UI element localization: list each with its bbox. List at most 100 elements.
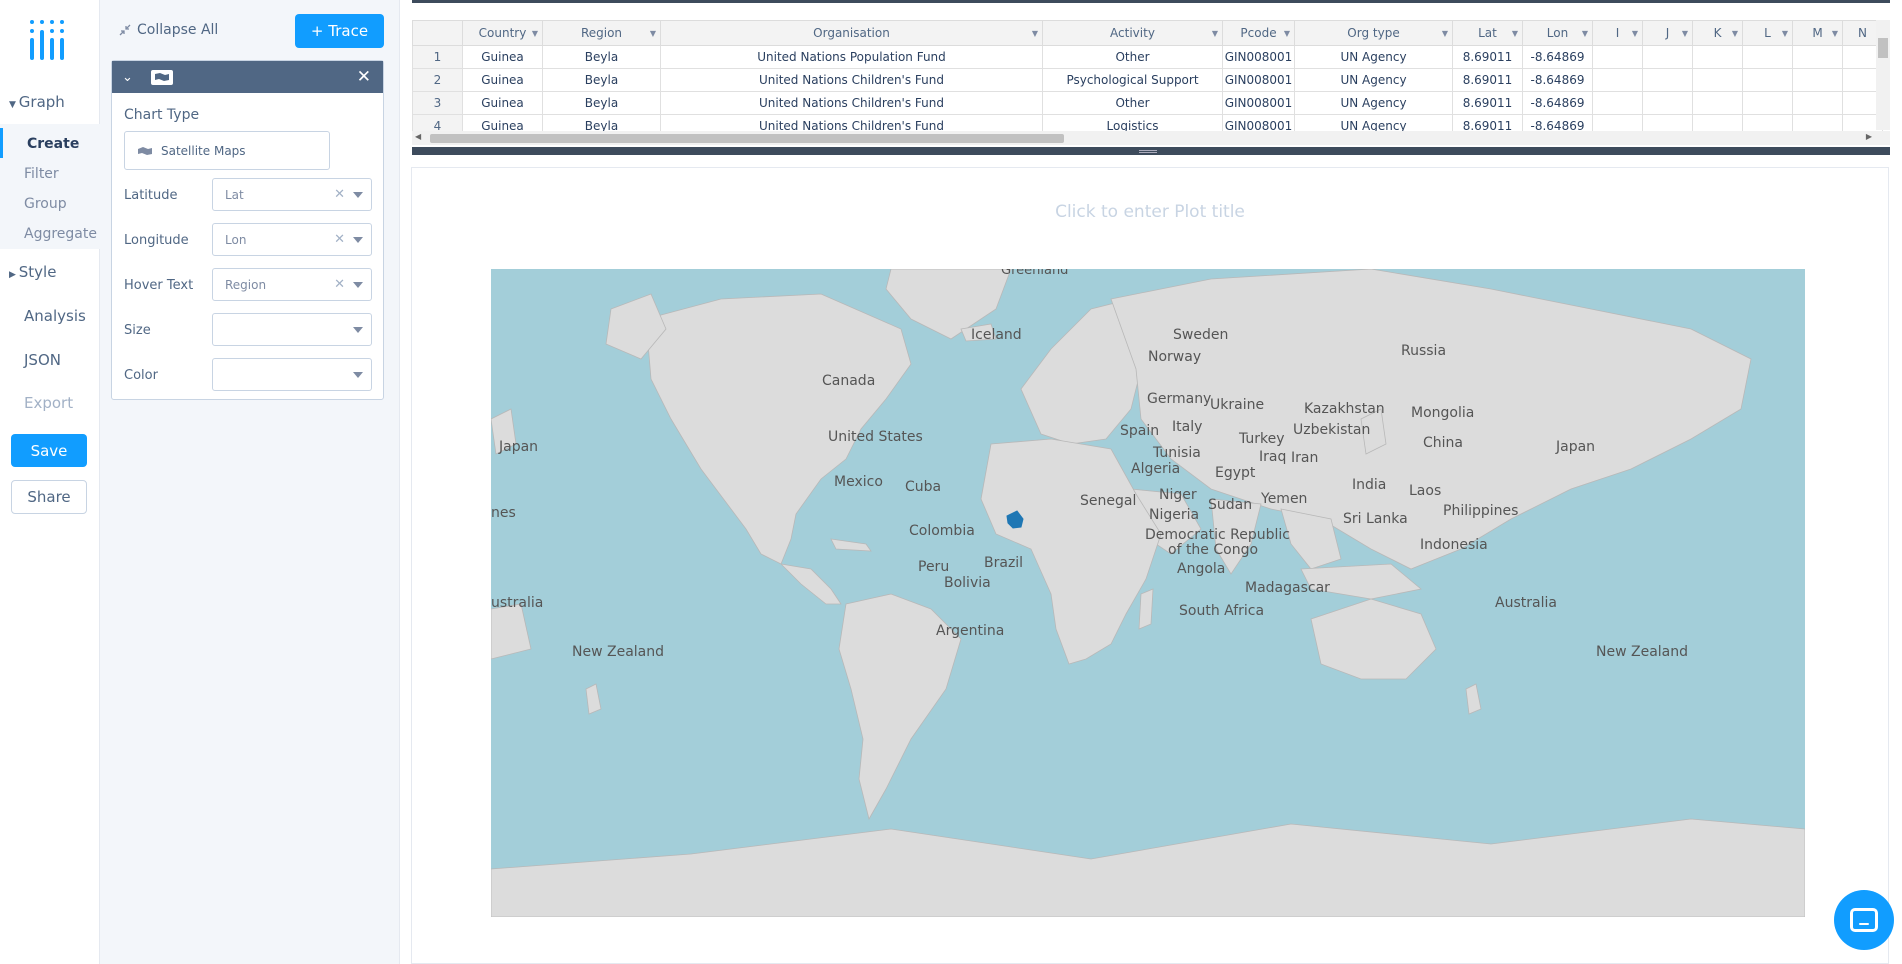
- scroll-left-icon[interactable]: ◀: [415, 132, 421, 141]
- latitude-select[interactable]: Lat ✕: [212, 178, 372, 211]
- table-cell-empty[interactable]: [1692, 45, 1743, 69]
- dropdown-arrow-icon: [353, 327, 363, 333]
- table-cell[interactable]: GIN008001: [1222, 68, 1295, 92]
- nav-style[interactable]: ▶ Style: [0, 263, 56, 281]
- nav-create[interactable]: Create: [27, 136, 79, 152]
- chevron-down-icon[interactable]: ⌄: [122, 70, 133, 85]
- map-label: ustralia: [491, 595, 544, 611]
- horizontal-scrollbar[interactable]: ◀ ▶: [412, 131, 1890, 145]
- table-cell-empty[interactable]: [1592, 68, 1643, 92]
- table-cell[interactable]: GIN008001: [1222, 45, 1295, 69]
- close-icon[interactable]: ✕: [357, 67, 371, 87]
- longitude-select[interactable]: Lon ✕: [212, 223, 372, 256]
- trace-header[interactable]: ⌄ ✕: [112, 61, 383, 93]
- table-cell[interactable]: UN Agency: [1294, 91, 1453, 115]
- table-cell[interactable]: United Nations Children's Fund: [660, 68, 1043, 92]
- plot-title[interactable]: Click to enter Plot title: [412, 202, 1888, 222]
- add-trace-button[interactable]: + Trace: [295, 14, 384, 48]
- table-cell[interactable]: -8.64869: [1522, 45, 1593, 69]
- column-header[interactable]: Lat ▼: [1452, 20, 1523, 46]
- table-cell[interactable]: 8.69011: [1452, 45, 1523, 69]
- share-button[interactable]: Share: [11, 480, 87, 514]
- table-cell[interactable]: Other: [1042, 45, 1223, 69]
- column-header[interactable]: M ▼: [1792, 20, 1843, 46]
- table-cell[interactable]: United Nations Children's Fund: [660, 91, 1043, 115]
- clear-icon[interactable]: ✕: [334, 277, 345, 292]
- table-cell[interactable]: 8.69011: [1452, 68, 1523, 92]
- table-row[interactable]: 1 Guinea Beyla United Nations Population Fu…: [412, 45, 1883, 69]
- table-cell[interactable]: Psychological Support: [1042, 68, 1223, 92]
- column-header[interactable]: Organisation ▼: [660, 20, 1043, 46]
- nav-json[interactable]: JSON: [24, 351, 61, 369]
- map-label: Laos: [1409, 483, 1442, 499]
- nav-analysis[interactable]: Analysis: [24, 307, 86, 325]
- satellite-map[interactable]: Greenland Iceland Sweden Norway Russia C…: [491, 269, 1805, 917]
- pane-splitter[interactable]: [412, 147, 1890, 155]
- hover-text-select[interactable]: Region ✕: [212, 268, 372, 301]
- table-cell[interactable]: United Nations Population Fund: [660, 45, 1043, 69]
- collapse-all-button[interactable]: Collapse All: [119, 22, 218, 38]
- nav-filter[interactable]: Filter: [24, 166, 59, 182]
- chat-widget-button[interactable]: [1834, 890, 1894, 950]
- table-row[interactable]: 2 Guinea Beyla United Nations Children's Fu…: [412, 68, 1883, 92]
- table-cell[interactable]: UN Agency: [1294, 45, 1453, 69]
- vertical-scrollbar[interactable]: [1876, 20, 1890, 130]
- size-select[interactable]: [212, 313, 372, 346]
- table-cell-empty[interactable]: [1742, 45, 1793, 69]
- table-cell[interactable]: Guinea: [462, 68, 543, 92]
- clear-icon[interactable]: ✕: [334, 187, 345, 202]
- table-cell-empty[interactable]: [1792, 91, 1843, 115]
- table-cell-empty[interactable]: [1792, 45, 1843, 69]
- table-cell-empty[interactable]: [1642, 68, 1693, 92]
- table-cell[interactable]: -8.64869: [1522, 91, 1593, 115]
- column-header[interactable]: K ▼: [1692, 20, 1743, 46]
- column-header[interactable]: Org type ▼: [1294, 20, 1453, 46]
- table-cell-empty[interactable]: [1742, 91, 1793, 115]
- column-header[interactable]: L ▼: [1742, 20, 1793, 46]
- table-cell[interactable]: Beyla: [542, 68, 661, 92]
- column-header[interactable]: Region ▼: [542, 20, 661, 46]
- clear-icon[interactable]: ✕: [334, 232, 345, 247]
- table-cell-empty[interactable]: [1642, 45, 1693, 69]
- table-cell[interactable]: -8.64869: [1522, 68, 1593, 92]
- column-header[interactable]: Country ▼: [462, 20, 543, 46]
- column-header[interactable]: J ▼: [1642, 20, 1693, 46]
- table-cell[interactable]: Guinea: [462, 45, 543, 69]
- scroll-right-icon[interactable]: ▶: [1866, 132, 1872, 141]
- table-cell[interactable]: Beyla: [542, 45, 661, 69]
- chart-type-label: Chart Type: [124, 107, 200, 123]
- column-header[interactable]: Activity ▼: [1042, 20, 1223, 46]
- collapse-arrows-icon: [119, 24, 131, 36]
- column-header[interactable]: I ▼: [1592, 20, 1643, 46]
- chart-type-select[interactable]: Satellite Maps: [124, 131, 330, 170]
- map-trace-icon: [150, 69, 173, 85]
- table-cell[interactable]: GIN008001: [1222, 91, 1295, 115]
- table-cell-empty[interactable]: [1592, 91, 1643, 115]
- table-cell-empty[interactable]: [1692, 68, 1743, 92]
- table-cell[interactable]: Guinea: [462, 91, 543, 115]
- table-cell[interactable]: Other: [1042, 91, 1223, 115]
- color-select[interactable]: [212, 358, 372, 391]
- table-cell-empty[interactable]: [1642, 91, 1693, 115]
- sort-arrow-icon: ▼: [1831, 29, 1838, 38]
- column-header[interactable]: Lon ▼: [1522, 20, 1593, 46]
- table-cell[interactable]: UN Agency: [1294, 68, 1453, 92]
- nav-export[interactable]: Export: [24, 394, 73, 412]
- table-cell[interactable]: 8.69011: [1452, 91, 1523, 115]
- column-header[interactable]: Pcode ▼: [1222, 20, 1295, 46]
- horizontal-scroll-thumb[interactable]: [430, 134, 1064, 143]
- table-row[interactable]: 3 Guinea Beyla United Nations Children's Fu…: [412, 91, 1883, 115]
- nav-aggregate[interactable]: Aggregate: [24, 226, 97, 242]
- map-label: Italy: [1172, 419, 1203, 435]
- table-cell-empty[interactable]: [1792, 68, 1843, 92]
- table-cell-empty[interactable]: [1592, 45, 1643, 69]
- table-cell-empty[interactable]: [1742, 68, 1793, 92]
- save-button[interactable]: Save: [11, 434, 87, 467]
- vertical-scroll-thumb[interactable]: [1878, 38, 1888, 58]
- nav-graph[interactable]: ▼ Graph: [0, 93, 65, 111]
- nav-group[interactable]: Group: [24, 196, 67, 212]
- map-label: Norway: [1148, 349, 1202, 365]
- table-cell-empty[interactable]: [1692, 91, 1743, 115]
- splitter-handle-icon[interactable]: [1139, 150, 1157, 153]
- table-cell[interactable]: Beyla: [542, 91, 661, 115]
